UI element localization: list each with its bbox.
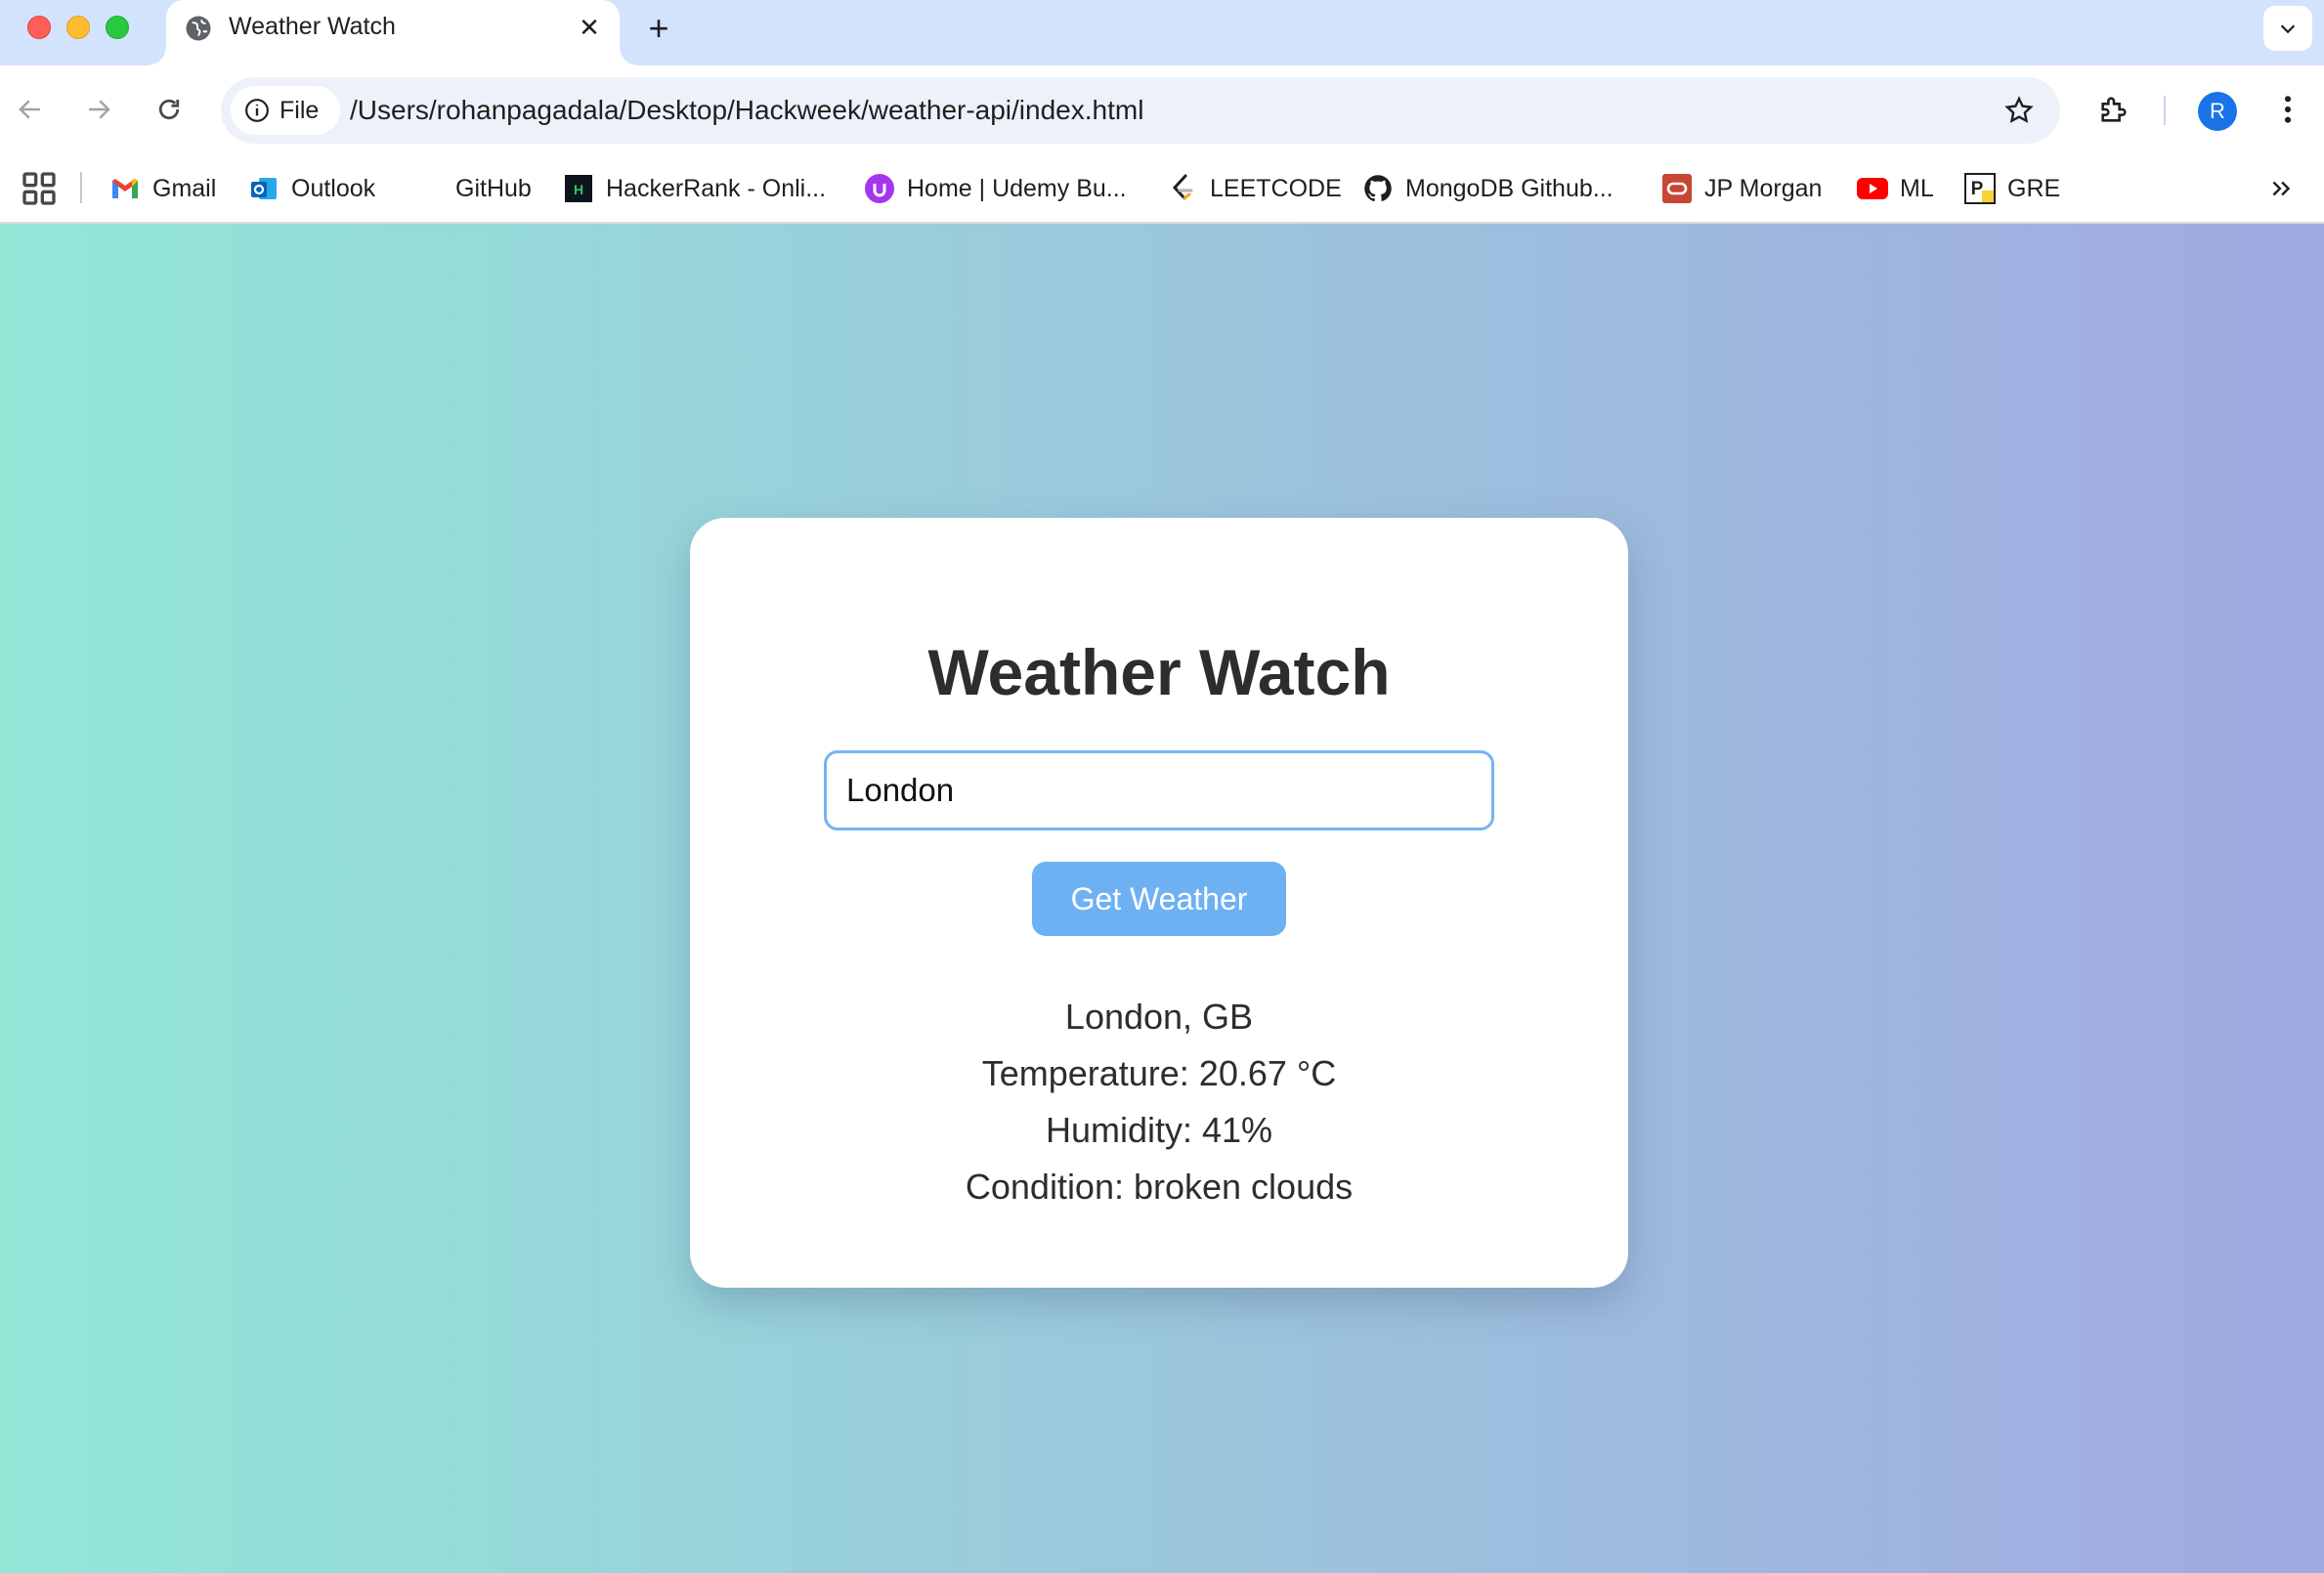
reload-icon — [158, 99, 180, 120]
extensions-button[interactable] — [2089, 85, 2138, 134]
maximize-window-button[interactable] — [106, 16, 129, 39]
result-humidity: Humidity: 41% — [1045, 1110, 1273, 1150]
bookmark-star-button[interactable] — [1998, 89, 2041, 132]
result-condition: Condition: broken clouds — [965, 1167, 1354, 1207]
bookmark-gre[interactable]: P GRE — [1964, 166, 2060, 211]
back-button[interactable] — [6, 85, 55, 134]
bookmark-label: Home | Udemy Bu... — [907, 174, 1127, 202]
more-vertical-icon — [2284, 96, 2292, 123]
url-text[interactable]: /Users/rohanpagadala/Desktop/Hackweek/we… — [350, 95, 1143, 126]
result-location: London, GB — [1064, 997, 1254, 1037]
profile-avatar[interactable]: R — [2198, 92, 2237, 131]
tab-weather-watch[interactable]: Weather Watch ✕ — [149, 0, 637, 65]
city-input[interactable] — [824, 750, 1494, 830]
bookmark-hackerrank[interactable]: H HackerRank - Onli... — [563, 166, 826, 211]
bookmark-label: GitHub — [455, 174, 532, 202]
weather-card: Weather Watch Get Weather London, GB Tem… — [690, 518, 1628, 1288]
bookmark-label: ML — [1900, 174, 1934, 202]
arrow-right-icon — [89, 100, 110, 119]
bookmark-outlook[interactable]: Outlook — [248, 166, 375, 211]
close-window-button[interactable] — [27, 16, 51, 39]
github-icon — [1362, 173, 1394, 204]
bookmark-label: Gmail — [152, 174, 217, 202]
bookmarks-bar: Gmail Outlook GitHub H HackerRank - Onli… — [0, 157, 2324, 224]
puzzle-icon — [2101, 97, 2127, 122]
chip-label: File — [280, 96, 320, 124]
leetcode-icon — [1167, 173, 1198, 204]
prep-icon: P — [1964, 173, 1996, 204]
page-background: Weather Watch Get Weather London, GB Tem… — [0, 224, 2324, 1573]
gmail-icon — [109, 173, 141, 204]
udemy-icon — [864, 173, 895, 204]
bookmark-udemy[interactable]: Home | Udemy Bu... — [864, 166, 1127, 211]
svg-text:P: P — [1971, 179, 1984, 199]
minimize-window-button[interactable] — [66, 16, 90, 39]
tab-search-button[interactable] — [2263, 6, 2312, 51]
info-icon — [245, 99, 269, 122]
toolbar: File /Users/rohanpagadala/Desktop/Hackwe… — [0, 65, 2324, 157]
outlook-icon — [248, 173, 280, 204]
bookmarks-overflow-button[interactable] — [2261, 169, 2301, 208]
forward-button[interactable] — [74, 85, 123, 134]
bookmark-label: MongoDB Github... — [1405, 174, 1614, 202]
chevron-down-icon — [2280, 24, 2296, 34]
youtube-icon — [1857, 173, 1888, 204]
result-temperature: Temperature: 20.67 °C — [981, 1053, 1337, 1093]
bookmark-jp-morgan[interactable]: JP Morgan — [1661, 166, 1822, 211]
hackerrank-icon: H — [563, 173, 594, 204]
bookmark-label: JP Morgan — [1704, 174, 1823, 202]
new-tab-button[interactable]: + — [639, 8, 678, 48]
apps-grid-icon[interactable] — [20, 169, 59, 208]
bookmark-label: GRE — [2007, 174, 2061, 202]
bookmark-github[interactable]: GitHub — [455, 166, 532, 211]
oracle-icon — [1661, 173, 1693, 204]
bookmark-label: LEETCODE — [1210, 174, 1342, 202]
app-title: Weather Watch — [927, 636, 1391, 708]
get-weather-button[interactable]: Get Weather — [1032, 862, 1286, 936]
bookmark-label: Outlook — [291, 174, 376, 202]
browser-menu-button[interactable] — [2265, 85, 2310, 134]
bookmark-leetcode[interactable]: LEETCODE — [1167, 166, 1342, 211]
arrow-left-icon — [19, 100, 40, 119]
star-icon — [2004, 96, 2034, 123]
site-info-chip[interactable]: File — [231, 86, 340, 135]
svg-text:H: H — [574, 182, 583, 197]
address-bar[interactable]: File /Users/rohanpagadala/Desktop/Hackwe… — [221, 77, 2060, 144]
reload-button[interactable] — [145, 85, 194, 134]
tab-title: Weather Watch — [229, 13, 396, 40]
bookmark-ml[interactable]: ML — [1857, 166, 1934, 211]
toolbar-divider — [2164, 96, 2166, 125]
bookmark-label: HackerRank - Onli... — [606, 174, 827, 202]
bookmarks-separator — [80, 172, 82, 203]
double-chevron-right-icon — [2272, 181, 2291, 196]
tab-strip: Weather Watch ✕ + — [0, 0, 2324, 65]
bookmark-mongodb-github[interactable]: MongoDB Github... — [1362, 166, 1614, 211]
bookmark-gmail[interactable]: Gmail — [109, 166, 216, 211]
close-icon[interactable]: ✕ — [573, 11, 606, 44]
globe-icon — [186, 16, 211, 41]
